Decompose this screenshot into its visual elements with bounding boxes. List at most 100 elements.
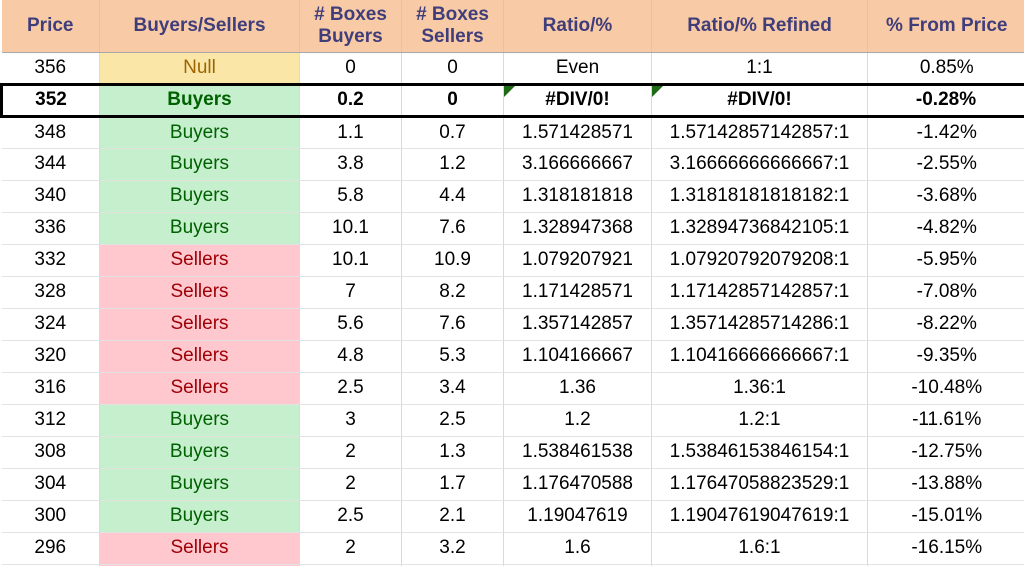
cell-ratio[interactable]: 1.6 (503, 532, 652, 565)
cell-ratio-refined[interactable]: #DIV/0! (651, 82, 868, 118)
table-row[interactable]: 340 Buyers 5.8 4.4 1.318181818 1.318181818181… (1, 180, 1024, 213)
cell-boxes-buyers[interactable]: 2 (299, 468, 402, 501)
table-row[interactable]: 320 Sellers 4.8 5.3 1.104166667 1.10416666666… (1, 340, 1024, 373)
table-row[interactable]: 296 Sellers 2 3.2 1.6 1.6:1 -16.15% (1, 532, 1024, 565)
cell-buyers-sellers[interactable]: Buyers (99, 212, 300, 245)
cell-buyers-sellers[interactable]: Sellers (99, 244, 300, 277)
cell-ratio-refined[interactable]: 1.36:1 (651, 372, 868, 405)
cell-boxes-sellers[interactable]: 10.9 (401, 244, 504, 277)
cell-ratio-refined[interactable]: 1.32894736842105:1 (651, 212, 868, 245)
cell-boxes-buyers[interactable]: 2.5 (299, 372, 402, 405)
cell-boxes-buyers[interactable]: 10.1 (299, 212, 402, 245)
cell-price[interactable]: 324 (1, 308, 100, 341)
cell-boxes-buyers[interactable]: 0.2 (299, 82, 402, 118)
cell-boxes-sellers[interactable]: 5.3 (401, 340, 504, 373)
cell-pct-from-price[interactable]: -4.82% (867, 212, 1024, 245)
cell-pct-from-price[interactable]: -12.75% (867, 436, 1024, 469)
cell-ratio[interactable]: 1.079207921 (503, 244, 652, 277)
cell-boxes-sellers[interactable]: 1.3 (401, 436, 504, 469)
table-row[interactable]: 324 Sellers 5.6 7.6 1.357142857 1.35714285714… (1, 308, 1024, 341)
cell-boxes-buyers[interactable]: 7 (299, 276, 402, 309)
cell-ratio[interactable]: #DIV/0! (503, 82, 652, 118)
cell-price[interactable]: 320 (1, 340, 100, 373)
cell-price[interactable]: 308 (1, 436, 100, 469)
cell-ratio[interactable]: 1.571428571 (503, 116, 652, 149)
cell-ratio-refined[interactable]: 1.17647058823529:1 (651, 468, 868, 501)
cell-buyers-sellers[interactable]: Null (99, 52, 300, 84)
table-row[interactable]: 304 Buyers 2 1.7 1.176470588 1.17647058823529… (1, 468, 1024, 501)
cell-ratio[interactable]: 1.36 (503, 372, 652, 405)
cell-boxes-buyers[interactable]: 0 (299, 52, 402, 84)
cell-price[interactable]: 304 (1, 468, 100, 501)
table-row[interactable]: 312 Buyers 3 2.5 1.2 1.2:1 -11.61% (1, 404, 1024, 437)
column-header-pct_from_price[interactable]: % From Price (867, 0, 1024, 53)
table-row[interactable]: 336 Buyers 10.1 7.6 1.328947368 1.32894736842… (1, 212, 1024, 245)
cell-price[interactable]: 296 (1, 532, 100, 565)
cell-ratio[interactable]: 1.19047619 (503, 500, 652, 533)
cell-boxes-buyers[interactable]: 5.6 (299, 308, 402, 341)
cell-buyers-sellers[interactable]: Sellers (99, 532, 300, 565)
table-row[interactable]: 332 Sellers 10.1 10.9 1.079207921 1.079207920… (1, 244, 1024, 277)
cell-ratio-refined[interactable]: 1.53846153846154:1 (651, 436, 868, 469)
cell-buyers-sellers[interactable]: Sellers (99, 340, 300, 373)
table-row[interactable]: 300 Buyers 2.5 2.1 1.19047619 1.1904761904761… (1, 500, 1024, 533)
cell-boxes-buyers[interactable]: 4.8 (299, 340, 402, 373)
cell-boxes-buyers[interactable]: 2 (299, 436, 402, 469)
cell-price[interactable]: 356 (1, 52, 100, 84)
cell-buyers-sellers[interactable]: Buyers (99, 404, 300, 437)
cell-pct-from-price[interactable]: -8.22% (867, 308, 1024, 341)
column-header-boxes_sellers[interactable]: # Boxes Sellers (401, 0, 504, 53)
cell-buyers-sellers[interactable]: Buyers (99, 82, 300, 118)
cell-boxes-buyers[interactable]: 3.8 (299, 148, 402, 181)
cell-boxes-buyers[interactable]: 10.1 (299, 244, 402, 277)
cell-buyers-sellers[interactable]: Buyers (99, 468, 300, 501)
column-header-ratio_refined[interactable]: Ratio/% Refined (651, 0, 868, 53)
cell-boxes-sellers[interactable]: 3.4 (401, 372, 504, 405)
cell-boxes-buyers[interactable]: 2.5 (299, 500, 402, 533)
cell-ratio-refined[interactable]: 1.6:1 (651, 532, 868, 565)
cell-boxes-sellers[interactable]: 7.6 (401, 308, 504, 341)
cell-boxes-sellers[interactable]: 2.5 (401, 404, 504, 437)
cell-ratio[interactable]: 1.357142857 (503, 308, 652, 341)
cell-pct-from-price[interactable]: -11.61% (867, 404, 1024, 437)
cell-pct-from-price[interactable]: -0.28% (867, 82, 1024, 118)
cell-pct-from-price[interactable]: -1.42% (867, 116, 1024, 149)
cell-ratio[interactable]: 1.328947368 (503, 212, 652, 245)
cell-buyers-sellers[interactable]: Buyers (99, 116, 300, 149)
cell-ratio[interactable]: 1.171428571 (503, 276, 652, 309)
cell-boxes-sellers[interactable]: 0 (401, 52, 504, 84)
cell-price[interactable]: 344 (1, 148, 100, 181)
cell-price[interactable]: 328 (1, 276, 100, 309)
cell-boxes-sellers[interactable]: 0.7 (401, 116, 504, 149)
cell-ratio-refined[interactable]: 1.07920792079208:1 (651, 244, 868, 277)
cell-buyers-sellers[interactable]: Buyers (99, 500, 300, 533)
cell-ratio[interactable]: 1.176470588 (503, 468, 652, 501)
table-row[interactable]: 308 Buyers 2 1.3 1.538461538 1.53846153846154… (1, 436, 1024, 469)
cell-ratio-refined[interactable]: 1.35714285714286:1 (651, 308, 868, 341)
cell-pct-from-price[interactable]: -5.95% (867, 244, 1024, 277)
cell-pct-from-price[interactable]: -3.68% (867, 180, 1024, 213)
cell-boxes-buyers[interactable]: 2 (299, 532, 402, 565)
cell-boxes-sellers[interactable]: 1.2 (401, 148, 504, 181)
cell-ratio[interactable]: 1.104166667 (503, 340, 652, 373)
cell-ratio[interactable]: 1.318181818 (503, 180, 652, 213)
table-row[interactable]: 352 Buyers 0.2 0 #DIV/0! #DIV/0! -0.28% (0, 82, 1024, 118)
cell-price[interactable]: 352 (0, 82, 100, 118)
cell-ratio[interactable]: Even (503, 52, 652, 84)
table-row[interactable]: 344 Buyers 3.8 1.2 3.166666667 3.166666666666… (1, 148, 1024, 181)
cell-boxes-sellers[interactable]: 8.2 (401, 276, 504, 309)
cell-ratio[interactable]: 3.166666667 (503, 148, 652, 181)
cell-price[interactable]: 316 (1, 372, 100, 405)
cell-ratio-refined[interactable]: 1.17142857142857:1 (651, 276, 868, 309)
cell-boxes-sellers[interactable]: 4.4 (401, 180, 504, 213)
cell-buyers-sellers[interactable]: Sellers (99, 372, 300, 405)
table-row[interactable]: 328 Sellers 7 8.2 1.171428571 1.1714285714285… (1, 276, 1024, 309)
cell-pct-from-price[interactable]: -2.55% (867, 148, 1024, 181)
table-row[interactable]: 356 Null 0 0 Even 1:1 0.85% (1, 52, 1024, 84)
cell-boxes-sellers[interactable]: 0 (401, 82, 504, 118)
cell-price[interactable]: 312 (1, 404, 100, 437)
cell-price[interactable]: 348 (1, 116, 100, 149)
cell-price[interactable]: 340 (1, 180, 100, 213)
column-header-buyers_sellers[interactable]: Buyers/Sellers (99, 0, 300, 53)
cell-pct-from-price[interactable]: 0.85% (867, 52, 1024, 84)
